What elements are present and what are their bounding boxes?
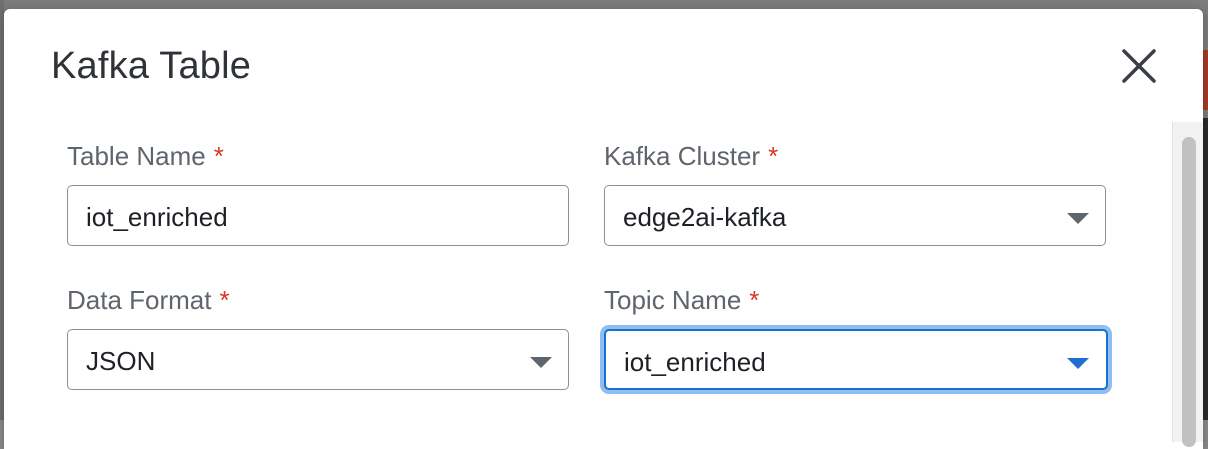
dialog-scrollbar[interactable] xyxy=(1172,122,1203,447)
table-name-label: Table Name * xyxy=(67,141,224,172)
close-icon xyxy=(1122,49,1156,83)
kafka-cluster-label-text: Kafka Cluster xyxy=(604,141,761,171)
topic-name-select[interactable]: iot_enriched xyxy=(604,329,1108,390)
chevron-down-icon xyxy=(530,357,552,368)
required-asterisk: * xyxy=(749,285,760,315)
chevron-down-icon xyxy=(1067,358,1089,369)
table-name-label-text: Table Name xyxy=(67,141,206,171)
data-format-label-text: Data Format xyxy=(67,285,212,315)
topic-name-value: iot_enriched xyxy=(624,347,766,377)
required-asterisk: * xyxy=(219,285,230,315)
data-format-label: Data Format * xyxy=(67,285,230,316)
kafka-table-dialog: Kafka Table Table Name * iot_enriched Kaf… xyxy=(4,9,1203,449)
dialog-title: Kafka Table xyxy=(51,45,252,87)
kafka-cluster-label: Kafka Cluster * xyxy=(604,141,778,172)
kafka-cluster-value: edge2ai-kafka xyxy=(623,202,787,232)
data-format-select[interactable]: JSON xyxy=(67,329,569,390)
scrollbar-thumb[interactable] xyxy=(1182,137,1196,447)
table-name-input[interactable]: iot_enriched xyxy=(67,185,569,246)
kafka-cluster-select[interactable]: edge2ai-kafka xyxy=(604,185,1106,246)
data-format-value: JSON xyxy=(86,346,156,376)
table-name-value: iot_enriched xyxy=(86,202,228,232)
topic-name-label-text: Topic Name xyxy=(604,285,742,315)
topic-name-label: Topic Name * xyxy=(604,285,759,316)
required-asterisk: * xyxy=(768,141,779,171)
chevron-down-icon xyxy=(1067,213,1089,224)
required-asterisk: * xyxy=(213,141,224,171)
close-button[interactable] xyxy=(1116,45,1160,89)
